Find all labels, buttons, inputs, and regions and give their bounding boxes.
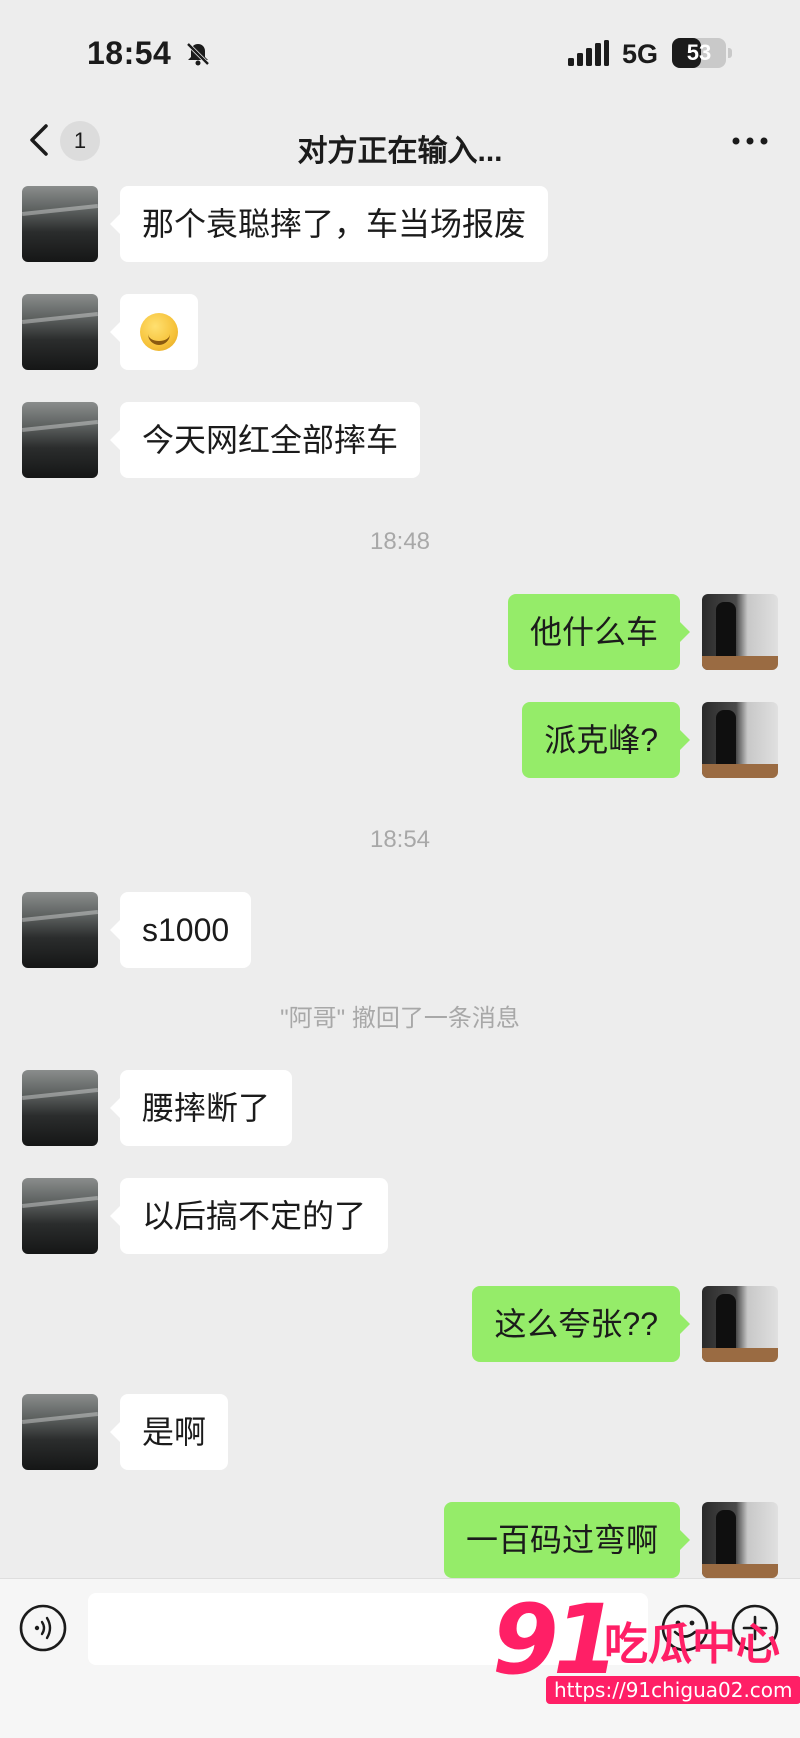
status-time: 18:54: [87, 35, 172, 71]
message-row: 他什么车: [0, 590, 800, 670]
battery-icon: 53: [672, 38, 732, 68]
unread-badge[interactable]: 1: [60, 121, 100, 161]
recall-notice: "阿哥" 撤回了一条消息: [280, 1005, 520, 1032]
message-bubble[interactable]: 今天网红全部摔车: [109, 402, 421, 478]
avatar[interactable]: [22, 1070, 98, 1146]
message-bubble[interactable]: 一百码过弯啊: [443, 1502, 691, 1578]
watermark-logo: 91 吃瓜中心 https://91chigua02.com: [492, 1584, 800, 1710]
message-bubble[interactable]: 腰摔断了: [109, 1070, 293, 1146]
avatar[interactable]: [22, 186, 98, 262]
message-bubble[interactable]: 派克峰?: [522, 702, 690, 778]
signal-icon: [568, 40, 609, 66]
message-list[interactable]: 那个袁聪摔了，车当场报废 今天网红全部摔车 18:48 他什么车 派克峰? 18…: [0, 180, 800, 1578]
timestamp: 18:48: [369, 528, 431, 555]
back-chevron-icon[interactable]: [22, 118, 56, 162]
message-row: 那个袁聪摔了，车当场报废: [0, 182, 800, 262]
message-bubble[interactable]: 这么夸张??: [472, 1286, 690, 1362]
bell-muted-icon: [186, 42, 210, 66]
message-row: 这么夸张??: [0, 1282, 800, 1362]
watermark-brand: 吃瓜中心: [604, 1620, 780, 1669]
message-row: s1000: [0, 888, 800, 968]
message-row: [0, 290, 800, 370]
avatar[interactable]: [22, 1178, 98, 1254]
avatar[interactable]: [22, 402, 98, 478]
message-bubble[interactable]: 那个袁聪摔了，车当场报废: [109, 186, 549, 262]
message-bubble[interactable]: [110, 294, 198, 370]
message-row: 以后搞不定的了: [0, 1174, 800, 1254]
chat-header: 对方正在输入... 1: [0, 104, 800, 180]
avatar[interactable]: [22, 892, 98, 968]
message-bubble[interactable]: 以后搞不定的了: [109, 1178, 389, 1254]
message-bubble[interactable]: 是啊: [109, 1394, 229, 1470]
avatar[interactable]: [702, 1502, 778, 1578]
status-bar: 18:54 5G 53: [0, 0, 800, 104]
avatar[interactable]: [22, 294, 98, 370]
message-row: 一百码过弯啊: [0, 1498, 800, 1578]
battery-level: 53: [686, 40, 712, 65]
message-bubble[interactable]: 他什么车: [507, 594, 691, 670]
avatar[interactable]: [702, 1286, 778, 1362]
timestamp: 18:54: [369, 826, 431, 853]
message-row: 腰摔断了: [0, 1066, 800, 1146]
voice-icon[interactable]: [18, 1603, 68, 1653]
message-row: 今天网红全部摔车: [0, 398, 800, 478]
watermark-url: https://91chigua02.com: [546, 1676, 800, 1704]
message-row: 派克峰?: [0, 698, 800, 778]
avatar[interactable]: [22, 1394, 98, 1470]
message-row: 是啊: [0, 1390, 800, 1470]
network-type: 5G: [622, 39, 659, 69]
avatar[interactable]: [702, 594, 778, 670]
more-options-icon[interactable]: [728, 126, 772, 156]
avatar[interactable]: [702, 702, 778, 778]
chat-title: 对方正在输入...: [297, 135, 503, 168]
crying-laughing-emoji-icon: [140, 312, 178, 351]
message-bubble[interactable]: s1000: [109, 892, 252, 968]
